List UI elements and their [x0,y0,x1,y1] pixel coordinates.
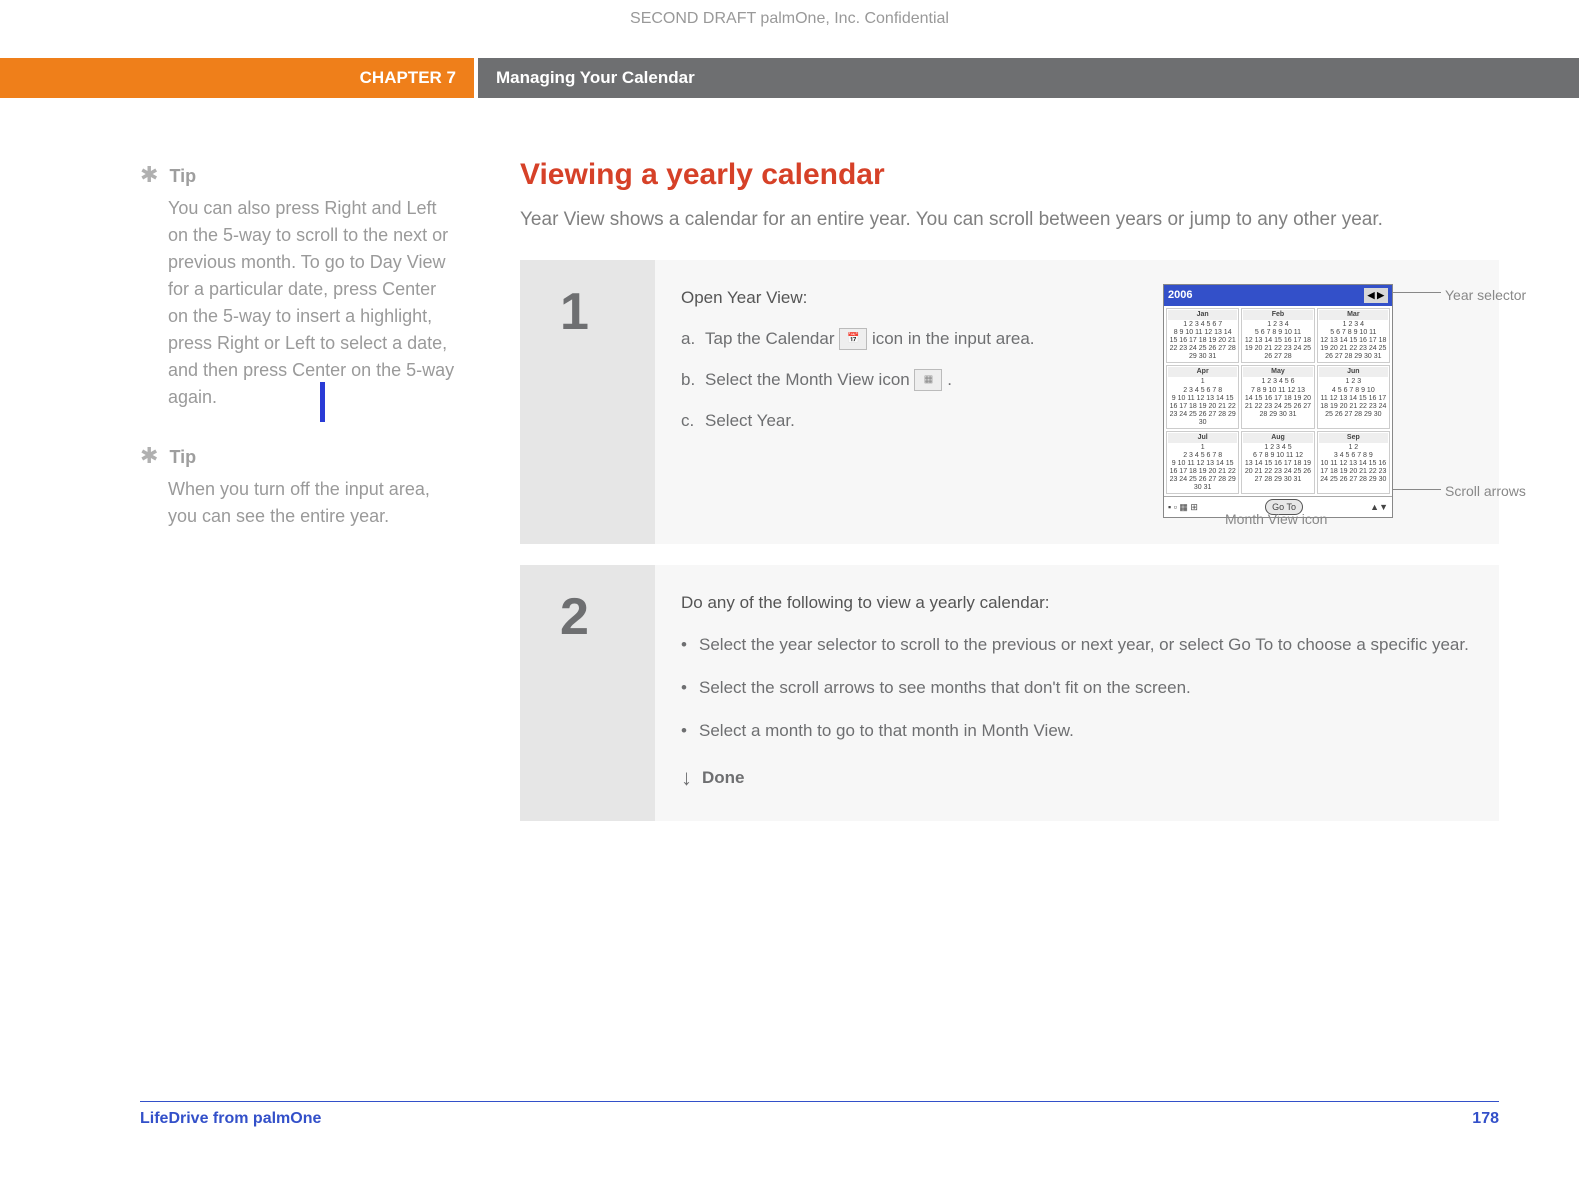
tip-block: ✱ Tip You can also press Right and Left … [140,158,460,411]
bullet-item: • Select the year selector to scroll to … [681,631,1473,658]
step-lead: Open Year View: [681,284,1145,311]
step-letter: b. [681,366,705,393]
step-number: 2 [560,587,655,647]
step-item: a. Tap the Calendar 📅 icon in the input … [681,325,1145,352]
chapter-bar: CHAPTER 7 Managing Your Calendar [0,58,1579,98]
view-icons-row[interactable]: ▪ ▫ ▦ ⊞ [1168,500,1198,514]
year-arrows[interactable]: ◀ ▶ [1364,288,1388,302]
bullet-text: Select the year selector to scroll to th… [699,631,1469,658]
year-label: 2006 [1168,287,1192,305]
footer-page-number: 178 [1472,1110,1499,1128]
mini-month[interactable]: Jan1 2 3 4 5 6 78 9 10 11 12 13 1415 16 … [1166,308,1239,363]
page-footer: LifeDrive from palmOne 178 [140,1101,1499,1128]
tip-label: Tip [169,447,196,467]
draft-confidential-header: SECOND DRAFT palmOne, Inc. Confidential [0,0,1579,58]
step-letter: a. [681,325,705,352]
calendar-icon: 📅 [839,328,867,350]
step-lead: Do any of the following to view a yearly… [681,589,1473,616]
step-text-pre: Select Year. [705,407,795,434]
star-icon: ✱ [140,443,158,468]
year-selector-bar[interactable]: 2006 ◀ ▶ [1164,285,1392,307]
bullet-text: Select the scroll arrows to see months t… [699,674,1191,701]
main-content: Viewing a yearly calendar Year View show… [520,158,1499,842]
section-intro: Year View shows a calendar for an entire… [520,206,1499,234]
step-1: 1 Open Year View: a. Tap the Calendar 📅 … [520,260,1499,548]
footer-product: LifeDrive from palmOne [140,1110,321,1128]
callout-line [1393,292,1441,293]
step-item: c. Select Year. [681,407,1145,434]
tip-block: ✱ Tip When you turn off the input area, … [140,439,460,530]
step-text-post: . [947,370,952,389]
step-letter: c. [681,407,705,434]
month-view-icon: ▦ [914,369,942,391]
step-number-column: 2 [520,565,655,821]
step-text-pre: Select the Month View icon [705,370,914,389]
step-number: 1 [560,282,655,342]
mini-month[interactable]: Jun1 2 34 5 6 7 8 9 1011 12 13 14 15 16 … [1317,365,1390,428]
bullet-dot: • [681,717,699,744]
mini-month[interactable]: Jul12 3 4 5 6 7 89 10 11 12 13 14 1516 1… [1166,431,1239,494]
bullet-text: Select a month to go to that month in Mo… [699,717,1074,744]
chapter-title: Managing Your Calendar [478,58,1579,98]
sidebar-tips: ✱ Tip You can also press Right and Left … [140,158,460,842]
step-text-pre: Tap the Calendar [705,329,839,348]
mini-month[interactable]: Aug1 2 3 4 56 7 8 9 10 11 1213 14 15 16 … [1241,431,1314,494]
bullet-dot: • [681,631,699,658]
callout-scroll-arrows: Scroll arrows [1445,480,1526,502]
callout-month-view-icon: Month View icon [1225,508,1327,530]
mini-month[interactable]: Sep1 23 4 5 6 7 8 910 11 12 13 14 15 161… [1317,431,1390,494]
mini-month[interactable]: Mar1 2 3 45 6 7 8 9 10 1112 13 14 15 16 … [1317,308,1390,363]
step-2: 2 Do any of the following to view a year… [520,565,1499,824]
down-arrow-icon: ↓ [681,760,692,795]
scroll-arrows[interactable]: ▲▼ [1370,500,1388,514]
tip-body: When you turn off the input area, you ca… [140,476,460,530]
margin-marker [320,382,325,422]
mini-month[interactable]: Feb1 2 3 45 6 7 8 9 10 1112 13 14 15 16 … [1241,308,1314,363]
callout-year-selector: Year selector [1445,284,1526,306]
tip-label: Tip [169,166,196,186]
star-icon: ✱ [140,162,158,187]
tip-body: You can also press Right and Left on the… [140,195,460,411]
pda-screenshot-column: 2006 ◀ ▶ Jan1 2 3 4 5 6 78 9 10 11 12 13… [1163,284,1473,519]
mini-month[interactable]: Apr12 3 4 5 6 7 89 10 11 12 13 14 1516 1… [1166,365,1239,428]
done-row: ↓ Done [681,760,1473,795]
pda-year-view-screenshot: 2006 ◀ ▶ Jan1 2 3 4 5 6 78 9 10 11 12 13… [1163,284,1393,519]
chapter-number: CHAPTER 7 [0,58,478,98]
step-item: b. Select the Month View icon ▦ . [681,366,1145,393]
done-label: Done [702,764,745,791]
section-title: Viewing a yearly calendar [520,158,1499,192]
step-number-column: 1 [520,260,655,545]
mini-month[interactable]: May1 2 3 4 5 67 8 9 10 11 12 1314 15 16 … [1241,365,1314,428]
bullet-item: • Select the scroll arrows to see months… [681,674,1473,701]
bullet-item: • Select a month to go to that month in … [681,717,1473,744]
callout-line [1393,489,1441,490]
bullet-dot: • [681,674,699,701]
step-text-post: icon in the input area. [872,329,1035,348]
